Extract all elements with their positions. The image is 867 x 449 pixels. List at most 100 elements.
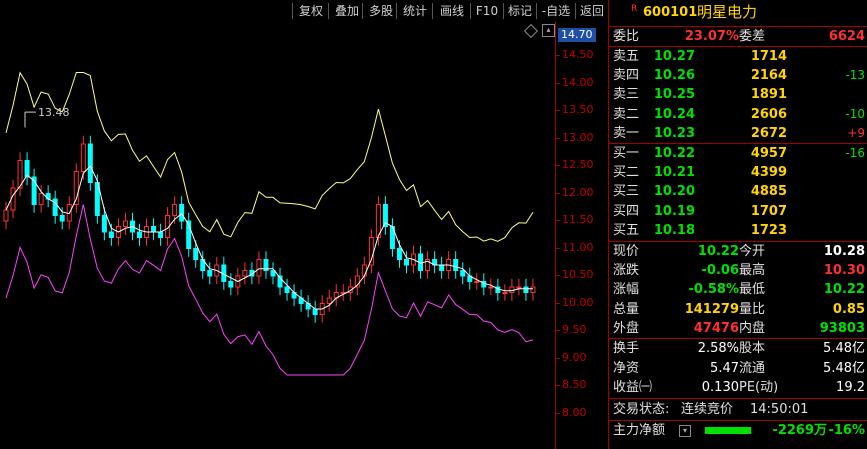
candle-body (179, 204, 185, 222)
ask-row: 卖三 10.25 1891 (609, 85, 867, 104)
y-tick-label: 13.50 (562, 103, 594, 116)
bid-price: 10.19 (653, 203, 695, 219)
chart-toolbar: 复权 叠加 多股 统计 画线 F10 标记 -自选 返回 (0, 0, 608, 22)
bid-price: 10.18 (653, 222, 695, 238)
candle-body (228, 281, 234, 288)
candle-body (172, 204, 178, 216)
toolbar-button-5[interactable]: F10 (472, 2, 502, 20)
fundamental-value: 5.48亿 (823, 360, 865, 376)
bid-volume: 4399 (750, 165, 787, 181)
ask-change: -13 (845, 68, 865, 83)
y-tick-mark (556, 220, 560, 221)
candle-body (368, 237, 374, 266)
trade-status-label: 交易状态: (613, 402, 670, 417)
margin-badge: R (631, 4, 638, 14)
y-tick-mark (556, 330, 560, 331)
current-price-label: 14.70 (558, 28, 596, 42)
y-tick-label: 14.00 (562, 75, 594, 89)
y-tick-label: 11.50 (562, 213, 594, 226)
bid-row: 买五 10.18 1723 (609, 221, 867, 240)
y-tick-mark (556, 82, 560, 84)
candle-body (158, 231, 164, 238)
y-tick-label: 9.00 (562, 350, 587, 364)
toolbar-button-4[interactable]: 画线 (434, 2, 470, 20)
y-tick-label: 8.00 (562, 405, 587, 419)
ask-row: 卖二 10.24 2606 -10 (609, 105, 867, 124)
candle-body (108, 231, 114, 238)
toolbar-button-2[interactable]: 多股 (364, 2, 398, 20)
y-tick-mark (556, 302, 560, 304)
y-tick-label: 14.50 (562, 48, 594, 61)
ask-label: 卖五 (613, 49, 640, 64)
y-tick-label: 13.00 (562, 130, 594, 144)
bid-row: 买一 10.22 4957 -16 (609, 144, 867, 163)
candle-body (3, 209, 9, 222)
fundamental-value: 5.48亿 (823, 341, 865, 356)
main-flow-label: 主力净额 (613, 423, 666, 438)
stat-value: 10.28 (823, 244, 865, 259)
bid-row: 买二 10.21 4399 (609, 163, 867, 182)
toolbar-button-6[interactable]: 标记 (505, 2, 535, 20)
quote-header: R 600101 明星电力 (609, 3, 867, 22)
expand-icon[interactable]: ▴ (542, 24, 555, 37)
toolbar-separator (575, 3, 576, 19)
candle-body (530, 286, 536, 293)
main-flow-bar (705, 427, 751, 434)
fundamental-label: 流通 (739, 360, 766, 376)
toolbar-button-3[interactable]: 统计 (398, 2, 432, 20)
y-tick-label: 8.50 (562, 378, 587, 391)
lower-band-line (5, 204, 534, 376)
stat-label: 现价 (613, 244, 640, 259)
bid-volume: 1707 (750, 203, 787, 219)
bid-label: 买四 (613, 203, 640, 219)
toolbar-button-7[interactable]: -自选 (538, 2, 574, 20)
fundamental-label: 收益㈠ (613, 380, 653, 395)
y-tick-label: 10.00 (562, 295, 594, 309)
ask-volume: 2606 (750, 106, 787, 122)
wei-bi-value: 23.07% (684, 29, 739, 44)
flow-dropdown-icon[interactable]: ▾ (679, 425, 691, 437)
candle-body (439, 264, 445, 271)
bid-price: 10.22 (653, 146, 695, 161)
stat-row: 外盘 47476 内盘 93803 (609, 319, 867, 338)
stat-value: -0.06 (701, 263, 739, 279)
stat-label: 今开 (739, 244, 766, 259)
y-tick-mark (556, 247, 560, 249)
bid-volume: 1723 (750, 222, 787, 238)
toolbar-separator (396, 3, 397, 19)
fundamental-value: 0.130 (701, 380, 739, 395)
bid-volume: 4885 (750, 184, 787, 200)
bid-label: 买二 (613, 165, 640, 181)
ask-row: 卖五 10.27 1714 (609, 47, 867, 66)
fundamental-value: 2.58% (697, 341, 739, 356)
fundamental-label: 换手 (613, 341, 640, 356)
bid-row: 买三 10.20 4885 (609, 182, 867, 201)
stat-value: 47476 (693, 320, 739, 336)
stat-value: 0.85 (832, 301, 865, 317)
y-tick-mark (556, 55, 560, 56)
candlestick-chart[interactable]: 13.48 (0, 22, 556, 449)
toolbar-separator (470, 3, 471, 19)
fundamental-label: PE(动) (739, 380, 779, 395)
toolbar-button-8[interactable]: 返回 (577, 2, 607, 20)
candle-body (137, 231, 142, 238)
y-tick-mark (556, 165, 560, 166)
stat-value: 10.22 (823, 282, 865, 298)
stat-row: 总量 141279 量比 0.85 (609, 300, 867, 319)
candle-body (502, 292, 508, 294)
y-tick-mark (556, 412, 560, 414)
ask-change: -10 (845, 106, 865, 121)
toolbar-button-0[interactable]: 复权 (294, 2, 328, 20)
toolbar-button-1[interactable]: 叠加 (330, 2, 364, 20)
fundamental-value: 19.2 (836, 380, 865, 395)
toolbar-separator (536, 3, 537, 19)
y-tick-mark (556, 137, 560, 139)
candle-body (193, 248, 199, 260)
stat-value: 93803 (819, 320, 865, 336)
candle-body (207, 270, 213, 277)
candle-body (312, 308, 318, 315)
middle-band-line (5, 165, 533, 310)
candle-body (122, 220, 128, 227)
y-tick-label: 9.50 (562, 323, 587, 336)
ask-label: 卖四 (613, 68, 640, 84)
